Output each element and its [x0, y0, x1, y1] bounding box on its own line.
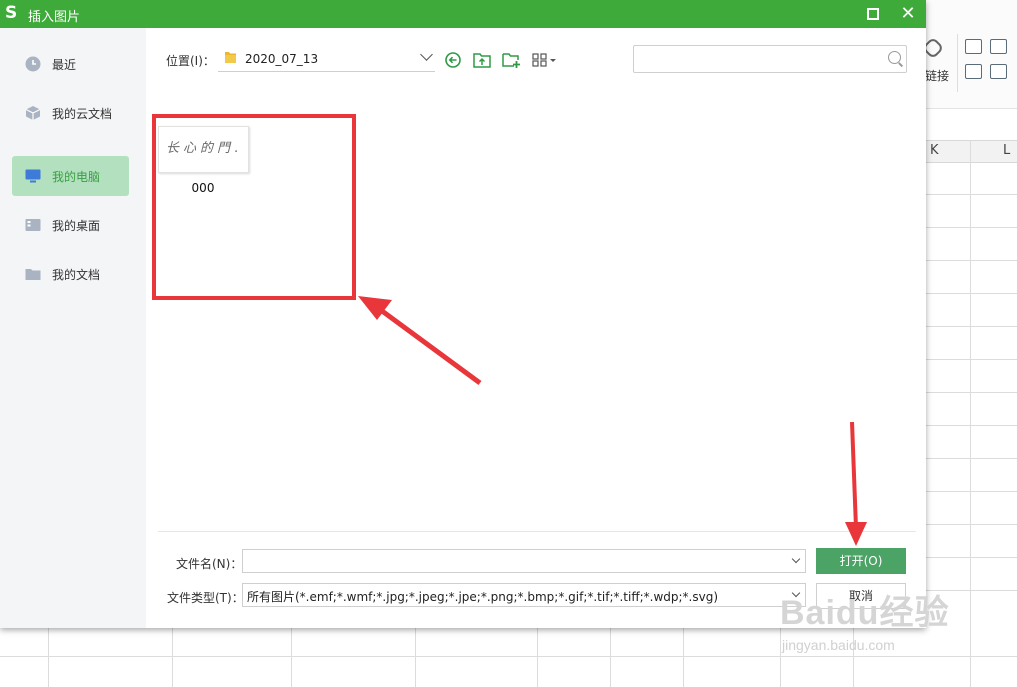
annotation-arrows — [358, 296, 867, 546]
watermark-logo: Baidu经验 — [780, 594, 950, 632]
watermark-url: jingyan.baidu.com — [782, 637, 895, 653]
annotation-arrow-to-open — [845, 421, 867, 546]
annotation-arrow-to-file — [358, 296, 482, 386]
baidu-watermark: Baidu经验 jingyan.baidu.com — [780, 585, 970, 660]
